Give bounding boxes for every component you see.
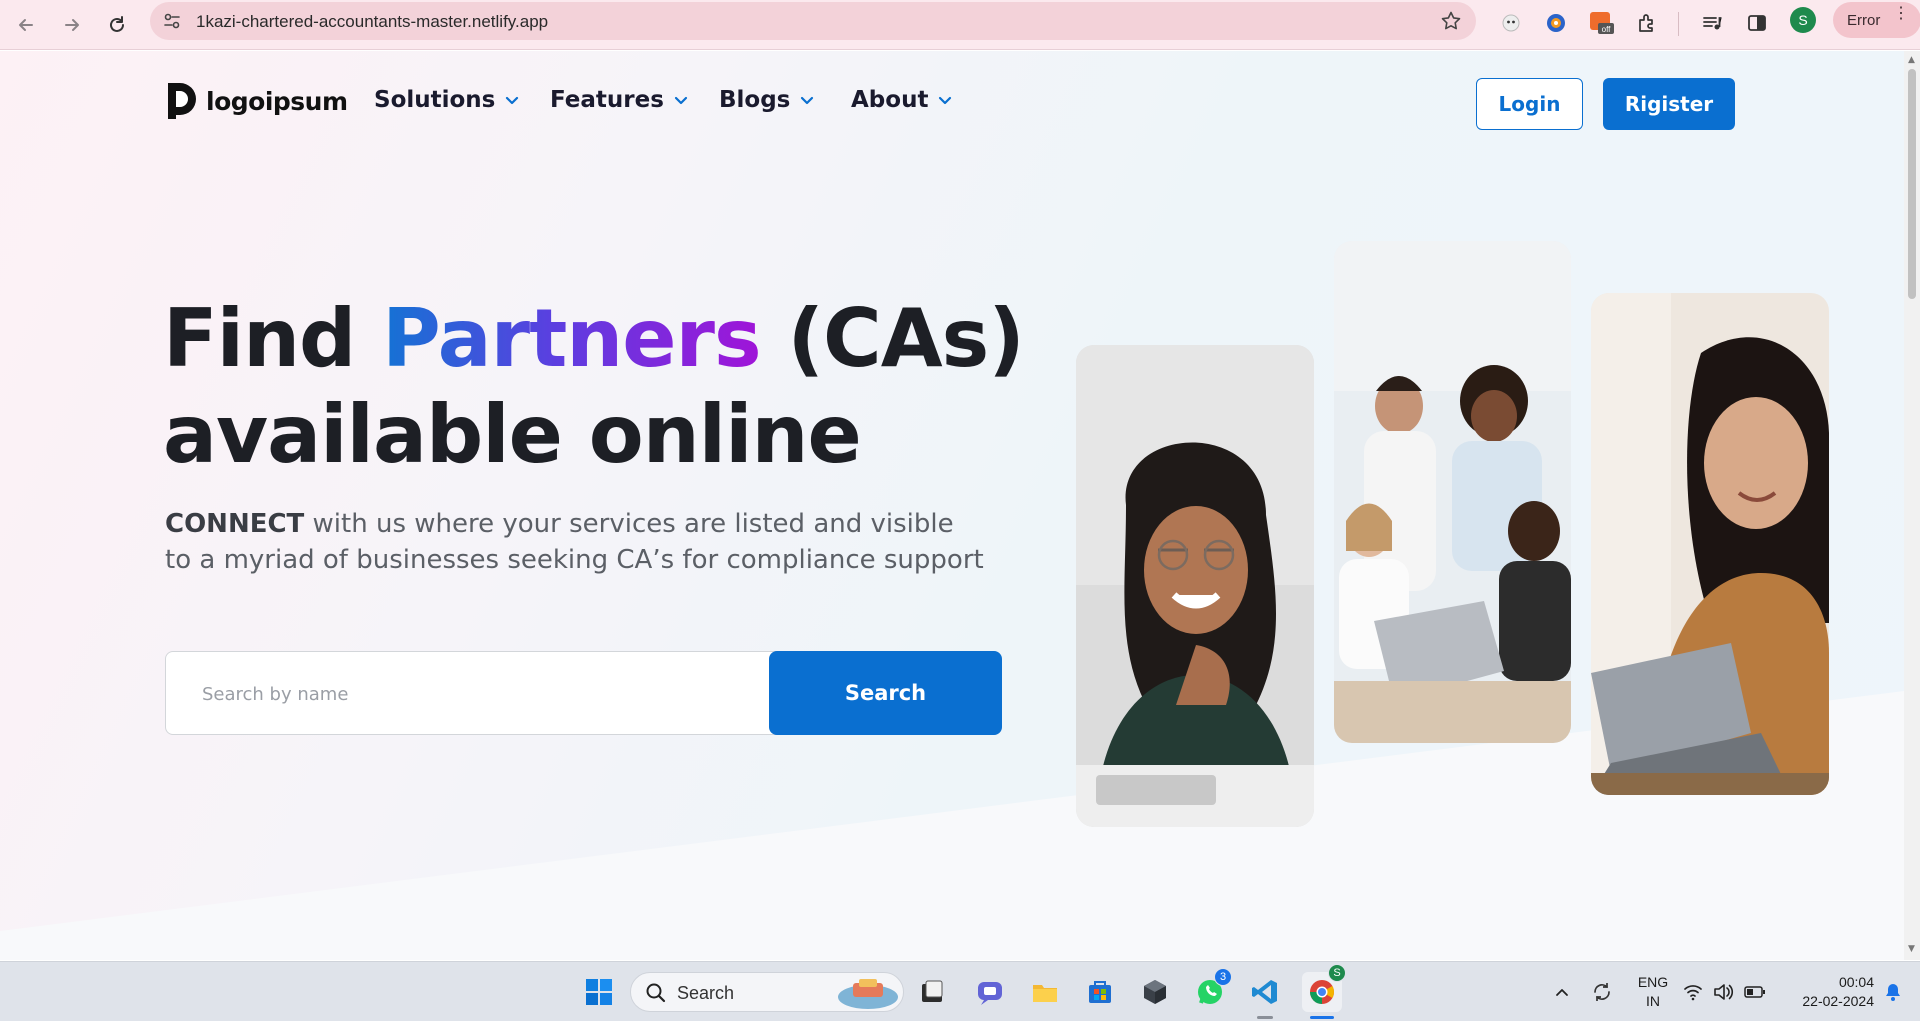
microsoft-store-icon[interactable] <box>1082 974 1118 1010</box>
scroll-down-icon[interactable]: ▼ <box>1908 944 1915 954</box>
nav-features[interactable]: Features <box>550 87 688 113</box>
browser-toolbar: 1kazi-chartered-accountants-master.netli… <box>0 0 1920 50</box>
logo-wordmark: logoipsum <box>206 86 348 116</box>
chevron-down-icon <box>939 96 952 105</box>
reload-icon[interactable] <box>103 11 131 39</box>
extension-target-icon[interactable] <box>1542 9 1570 37</box>
scrollbar-thumb[interactable] <box>1908 69 1916 299</box>
language-code: ENG <box>1637 974 1669 990</box>
battery-icon[interactable] <box>1742 974 1768 1010</box>
vscode-icon[interactable] <box>1247 974 1283 1010</box>
subtitle-emphasis: CONNECT <box>165 509 305 539</box>
windows-start-icon[interactable] <box>581 974 617 1010</box>
extensions-puzzle-icon[interactable] <box>1633 9 1661 37</box>
search-input[interactable] <box>202 680 762 708</box>
title-highlight: Partners <box>382 292 761 385</box>
region-code: IN <box>1646 993 1660 1009</box>
svg-text:off: off <box>1602 25 1612 34</box>
extension-ghost-icon[interactable] <box>1497 9 1525 37</box>
photo-card-woman-smiling <box>1076 345 1314 827</box>
site-info-icon[interactable] <box>162 11 182 35</box>
whatsapp-badge: 3 <box>1214 968 1232 986</box>
taskbar-search[interactable]: Search <box>630 972 904 1012</box>
title-prefix: Find <box>163 292 383 385</box>
clock-date: 22-02-2024 <box>1802 993 1874 1009</box>
chrome-icon[interactable]: S <box>1302 964 1346 1012</box>
photo-card-woman-laptop <box>1591 293 1829 795</box>
taskbar-search-label: Search <box>677 983 735 1003</box>
scroll-up-icon[interactable]: ▲ <box>1908 55 1915 65</box>
hero-title: Find Partners (CAs) available online <box>163 291 1025 483</box>
show-hidden-icons-chevron-icon[interactable] <box>1544 974 1580 1010</box>
chrome-profile-badge: S <box>1328 964 1346 982</box>
login-button[interactable]: Login <box>1476 78 1583 130</box>
register-button[interactable]: Rigister <box>1603 78 1735 130</box>
hero-subtitle: CONNECT with us where your services are … <box>165 506 985 578</box>
hero-title-line1: Find Partners (CAs) <box>163 291 1025 387</box>
app-cube-icon[interactable] <box>1137 974 1173 1010</box>
search-form: Search <box>165 651 1002 735</box>
nav-blogs[interactable]: Blogs <box>719 87 814 113</box>
toolbar-divider <box>1678 12 1679 36</box>
nav-label: Blogs <box>719 87 791 113</box>
back-icon[interactable] <box>12 11 40 39</box>
bookmark-star-icon[interactable] <box>1440 10 1462 36</box>
profile-avatar[interactable]: S <box>1790 7 1816 33</box>
chevron-down-icon <box>801 96 814 105</box>
search-button[interactable]: Search <box>769 651 1002 735</box>
nav-label: About <box>851 87 929 113</box>
logo-mark-icon <box>168 83 196 119</box>
file-viewer-icon[interactable] <box>914 974 950 1010</box>
search-highlight-icon <box>838 979 898 1009</box>
vscode-running-indicator <box>1257 1016 1273 1019</box>
chevron-down-icon <box>674 96 688 105</box>
nav-solutions[interactable]: Solutions <box>374 87 519 113</box>
file-explorer-icon[interactable] <box>1027 974 1063 1010</box>
error-label: Error <box>1847 11 1881 29</box>
search-icon <box>646 983 666 1003</box>
nav-label: Solutions <box>374 87 496 113</box>
media-queue-icon[interactable] <box>1698 9 1726 37</box>
volume-icon[interactable] <box>1710 974 1736 1010</box>
title-suffix: (CAs) <box>760 292 1024 385</box>
address-bar[interactable]: 1kazi-chartered-accountants-master.netli… <box>150 2 1476 40</box>
chrome-active-indicator <box>1310 1016 1334 1019</box>
kebab-menu-icon[interactable]: ⋮ <box>1893 6 1909 22</box>
chevron-down-icon <box>506 96 519 105</box>
side-panel-icon[interactable] <box>1743 9 1771 37</box>
site-logo[interactable]: logoipsum <box>166 81 348 121</box>
url-text: 1kazi-chartered-accountants-master.netli… <box>196 12 549 31</box>
nav-about[interactable]: About <box>851 87 952 113</box>
clock-time: 00:04 <box>1838 974 1874 990</box>
browser-error-pill[interactable]: Error ⋮ <box>1833 2 1920 38</box>
wifi-icon[interactable] <box>1680 974 1706 1010</box>
hero-title-line2: available online <box>163 388 862 481</box>
whatsapp-icon[interactable]: 3 <box>1192 968 1232 1010</box>
nav-label: Features <box>550 87 664 113</box>
page-scrollbar[interactable]: ▲ ▼ <box>1904 51 1920 960</box>
language-indicator[interactable]: ENG IN <box>1628 973 1678 1011</box>
windows-taskbar: Search 3 S ENG IN 00:04 22-02-2024 <box>0 961 1920 1021</box>
photo-card-team-meeting <box>1334 241 1571 743</box>
sync-icon[interactable] <box>1584 974 1620 1010</box>
forward-icon[interactable] <box>58 11 86 39</box>
clock[interactable]: 00:04 22-02-2024 <box>1778 973 1874 1011</box>
web-page: logoipsum Solutions Features Blogs About… <box>0 51 1904 960</box>
teams-icon[interactable] <box>972 974 1008 1010</box>
extension-off-icon[interactable]: off <box>1588 9 1616 37</box>
notification-bell-icon[interactable] <box>1880 974 1906 1010</box>
